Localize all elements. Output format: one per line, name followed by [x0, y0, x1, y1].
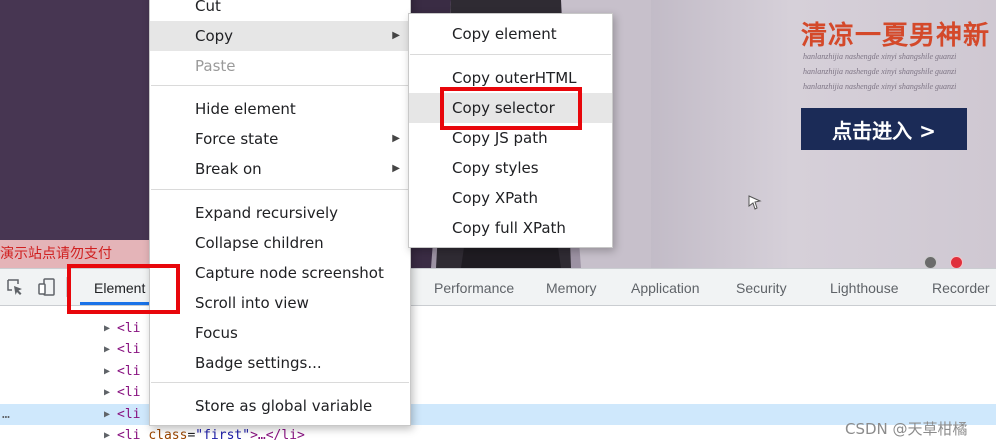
banner-title: 清凉一夏男神新 [801, 21, 991, 51]
tab-performance[interactable]: Performance [434, 269, 514, 305]
dom-tag: <li [117, 321, 141, 336]
submenu-arrow-icon: ▶ [392, 133, 400, 144]
expand-triangle-icon[interactable]: ▶ [104, 404, 110, 425]
annotation-box-elements-tab [67, 264, 180, 314]
menu-item-store-as-global-variable[interactable]: Store as global variable [150, 391, 410, 421]
tab-recorder[interactable]: Recorder [932, 269, 990, 305]
submenu-item-copy-full-xpath[interactable]: Copy full XPath [409, 213, 612, 243]
submenu-item-copy-styles[interactable]: Copy styles [409, 153, 612, 183]
enter-button[interactable]: 点击进入 > [801, 108, 967, 150]
banner-subtitle-line: hanlanzhijia nashengde xinyi shangshile … [803, 52, 957, 61]
menu-item-collapse-children[interactable]: Collapse children [150, 228, 410, 258]
menu-separator [151, 382, 409, 383]
watermark: CSDN @天草柑橘 [845, 420, 968, 438]
tab-memory[interactable]: Memory [546, 269, 597, 305]
carousel-dot[interactable] [924, 256, 937, 268]
dom-tag: <li class="first">…</li> [117, 428, 305, 443]
menu-separator [151, 189, 409, 190]
inspect-element-icon[interactable] [6, 278, 24, 296]
dom-tag: <li [117, 364, 141, 379]
copy-submenu: Copy element Copy outerHTML Copy selecto… [408, 13, 613, 248]
expand-triangle-icon[interactable]: ▶ [104, 318, 110, 339]
node-actions-ellipsis[interactable]: … [2, 404, 10, 425]
menu-item-cut[interactable]: Cut [150, 0, 410, 21]
menu-item-badge-settings[interactable]: Badge settings... [150, 348, 410, 378]
context-menu: Cut Copy ▶ Paste Hide element Force state… [149, 0, 411, 426]
menu-item-break-on[interactable]: Break on ▶ [150, 154, 410, 184]
submenu-item-copy-xpath[interactable]: Copy XPath [409, 183, 612, 213]
submenu-item-copy-element[interactable]: Copy element [409, 19, 612, 49]
tab-security[interactable]: Security [736, 269, 787, 305]
mouse-cursor-icon [748, 195, 762, 210]
expand-triangle-icon[interactable]: ▶ [104, 361, 110, 382]
menu-item-focus[interactable]: Focus [150, 318, 410, 348]
menu-item-expand-recursively[interactable]: Expand recursively [150, 198, 410, 228]
banner-subtitle-line: hanlanzhijia nashengde xinyi shangshile … [803, 67, 957, 76]
annotation-box-copy-selector [440, 87, 582, 130]
menu-item-copy[interactable]: Copy ▶ [150, 21, 410, 51]
expand-triangle-icon[interactable]: ▶ [104, 382, 110, 403]
submenu-arrow-icon: ▶ [392, 163, 400, 174]
dom-tag: <li [117, 385, 141, 400]
menu-separator [410, 54, 611, 55]
menu-item-paste: Paste [195, 57, 236, 75]
menu-item-force-state[interactable]: Force state ▶ [150, 124, 410, 154]
device-toolbar-icon[interactable] [38, 278, 56, 296]
carousel-dot-active[interactable] [950, 256, 963, 268]
dom-tag: <li [117, 407, 141, 422]
dom-tag: <li [117, 342, 141, 357]
expand-triangle-icon[interactable]: ▶ [104, 339, 110, 360]
menu-item-hide-element[interactable]: Hide element [150, 94, 410, 124]
banner-subtitle-line: hanlanzhijia nashengde xinyi shangshile … [803, 82, 957, 91]
menu-separator [151, 85, 409, 86]
expand-triangle-icon[interactable]: ▶ [104, 425, 110, 446]
tab-lighthouse[interactable]: Lighthouse [830, 269, 899, 305]
tab-application[interactable]: Application [631, 269, 700, 305]
menu-item-scroll-into-view[interactable]: Scroll into view [150, 288, 410, 318]
submenu-arrow-icon: ▶ [392, 30, 400, 41]
menu-item-capture-node-screenshot[interactable]: Capture node screenshot [150, 258, 410, 288]
